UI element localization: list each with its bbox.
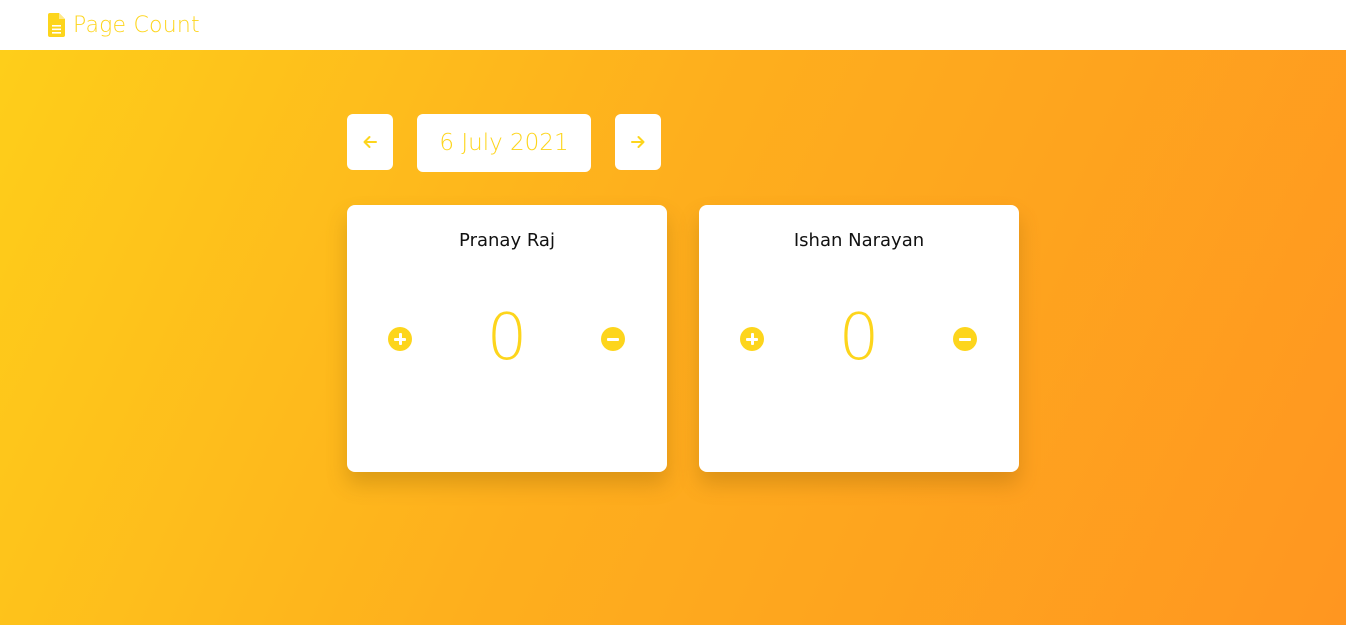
counter-person-name: Ishan Narayan (793, 230, 925, 251)
app-title: Page Count (73, 12, 200, 38)
previous-day-button[interactable] (347, 114, 393, 170)
current-date: 6 July 2021 (417, 114, 591, 172)
next-day-button[interactable] (615, 114, 661, 170)
counter-card: Pranay Raj 0 (347, 205, 667, 472)
counter-card: Ishan Narayan 0 (699, 205, 1019, 472)
document-icon (48, 13, 65, 37)
counter-person-name: Pranay Raj (459, 230, 555, 251)
decrement-button[interactable] (953, 327, 977, 351)
decrement-button[interactable] (601, 327, 625, 351)
brand-link[interactable]: Page Count (48, 11, 200, 39)
arrow-right-icon (631, 136, 645, 148)
top-navbar: Page Count (0, 0, 1346, 50)
arrow-left-icon (363, 136, 377, 148)
main-content: 6 July 2021 Pranay Raj 0 Ishan Narayan 0 (0, 50, 1346, 625)
